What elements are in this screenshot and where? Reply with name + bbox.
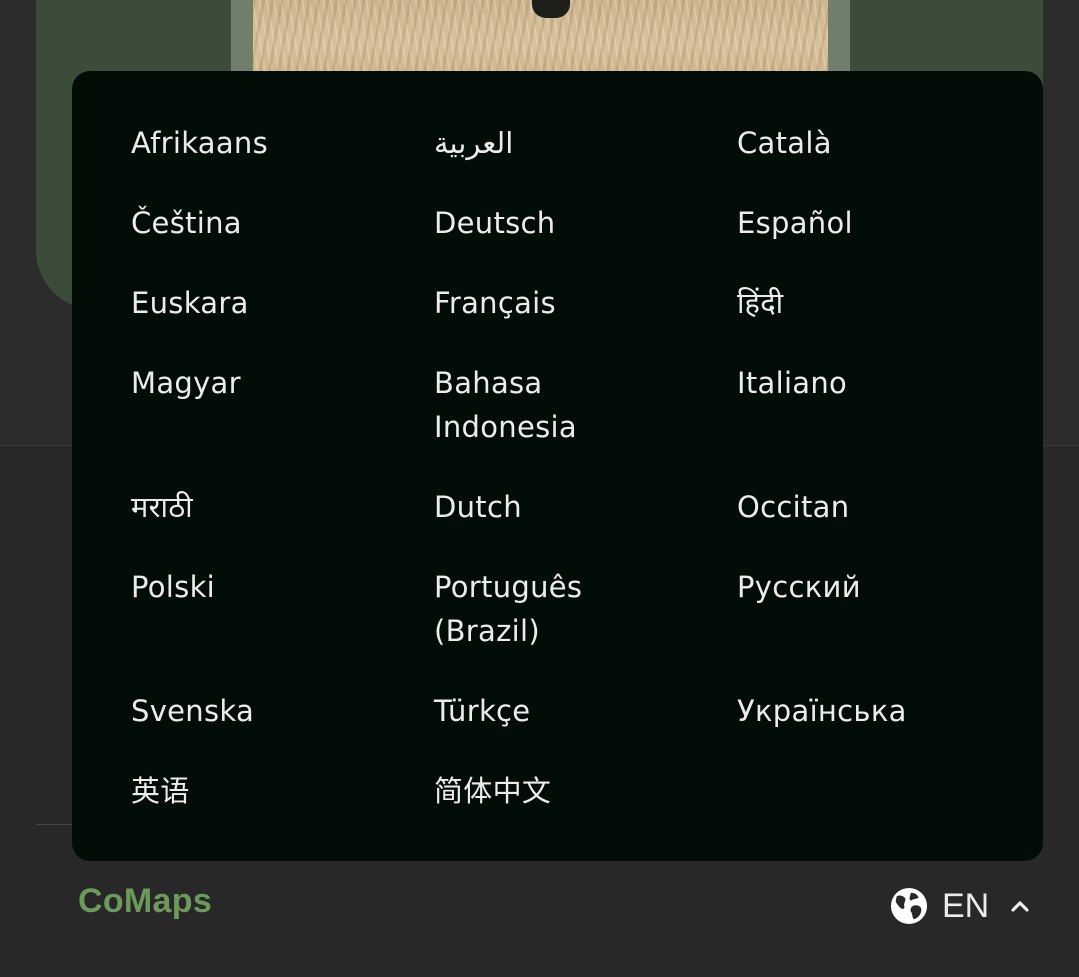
language-option-simplified-chinese[interactable]: 简体中文	[434, 769, 737, 849]
language-option-spanish[interactable]: Español	[737, 201, 1031, 281]
brand-logo-text[interactable]: CoMaps	[78, 882, 212, 921]
current-language-label: EN	[942, 886, 990, 925]
language-option-portuguese-brazil[interactable]: Português (Brazil)	[434, 565, 614, 689]
divider	[36, 824, 76, 825]
language-option-occitan[interactable]: Occitan	[737, 485, 1031, 565]
language-option-french[interactable]: Français	[434, 281, 737, 361]
language-option-hindi[interactable]: हिंदी	[737, 281, 1031, 361]
language-menu: Afrikaans العربية Català Čeština Deutsch…	[72, 71, 1043, 861]
language-option-russian[interactable]: Русский	[737, 565, 1031, 689]
language-option-basque[interactable]: Euskara	[131, 281, 434, 361]
language-selector-button[interactable]: EN	[890, 884, 1040, 928]
chevron-up-icon	[1011, 901, 1029, 912]
language-option-dutch[interactable]: Dutch	[434, 485, 737, 565]
language-option-afrikaans[interactable]: Afrikaans	[131, 121, 434, 201]
language-option-swedish[interactable]: Svenska	[131, 689, 434, 769]
language-option-turkish[interactable]: Türkçe	[434, 689, 737, 769]
language-option-marathi[interactable]: मराठी	[131, 485, 434, 565]
language-option-german[interactable]: Deutsch	[434, 201, 737, 281]
language-option-ukrainian[interactable]: Українська	[737, 689, 1031, 769]
footer: CoMaps EN	[0, 862, 1079, 977]
language-option-italian[interactable]: Italiano	[737, 361, 1031, 485]
language-option-arabic[interactable]: العربية	[434, 121, 737, 201]
language-option-english[interactable]: 英语	[131, 769, 434, 849]
language-option-polish[interactable]: Polski	[131, 565, 434, 689]
language-option-hungarian[interactable]: Magyar	[131, 361, 434, 485]
language-option-indonesian[interactable]: Bahasa Indonesia	[434, 361, 614, 485]
language-option-catalan[interactable]: Català	[737, 121, 1031, 201]
language-option-czech[interactable]: Čeština	[131, 201, 434, 281]
globe-icon	[890, 887, 928, 925]
language-list: Afrikaans العربية Català Čeština Deutsch…	[131, 121, 1031, 849]
